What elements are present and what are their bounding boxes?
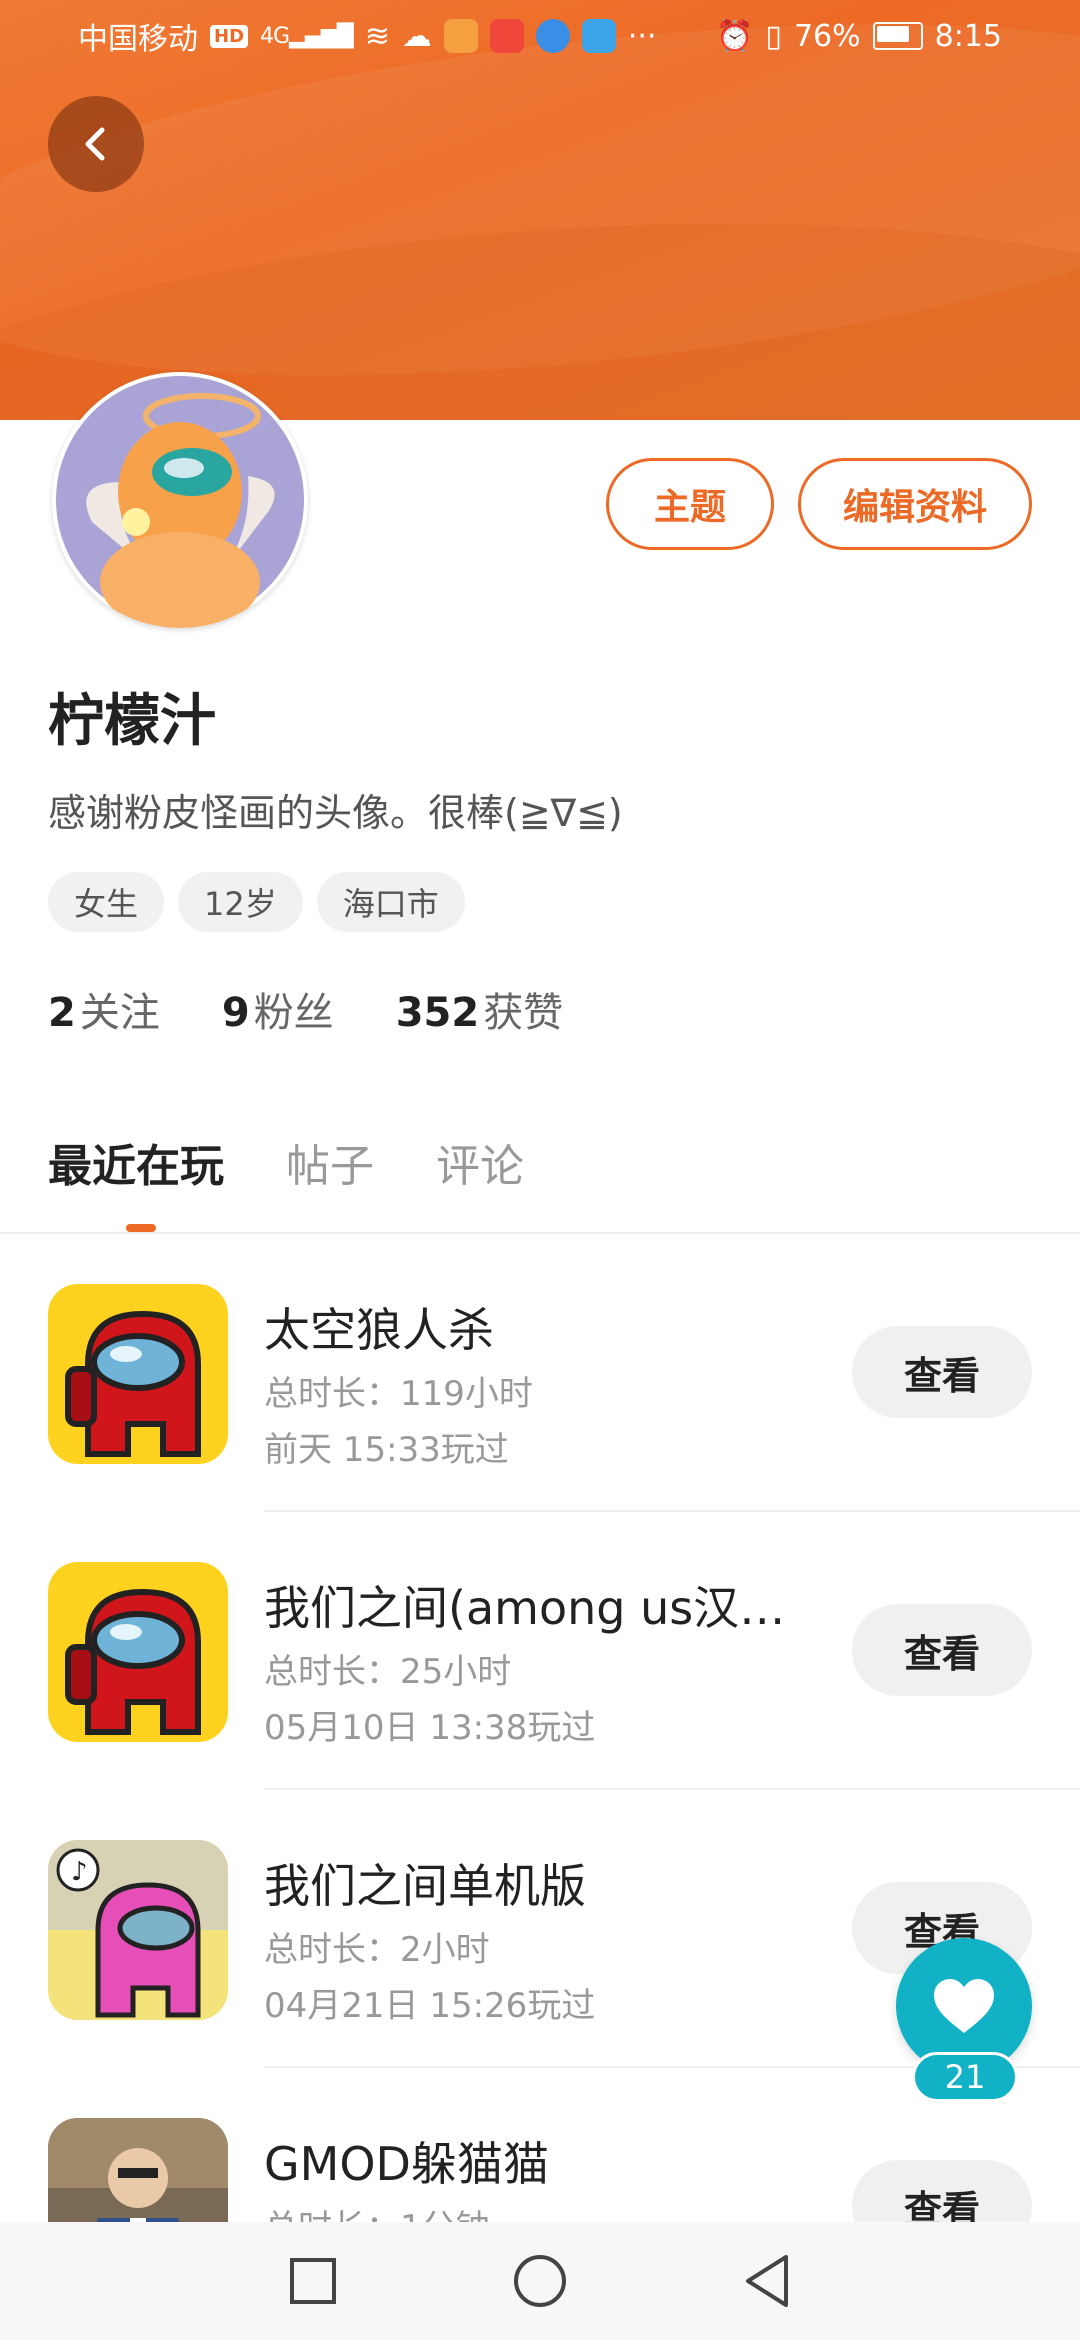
profile-stats: 2 关注 9 粉丝 352 获赞 — [48, 980, 563, 1038]
game-title: 我们之间(among us汉化... — [264, 1581, 824, 1635]
gender-tag: 女生 — [48, 872, 165, 932]
game-title: GMOD躲猫猫 — [264, 2137, 549, 2191]
app-notification-icon — [489, 19, 524, 53]
active-tab-indicator — [126, 1224, 156, 1232]
alarm-icon: ⏰ — [716, 18, 754, 54]
game-last-played: 前天 15:33玩过 — [264, 1430, 509, 1470]
back-button[interactable] — [48, 96, 144, 192]
edit-profile-button[interactable]: 编辑资料 — [798, 458, 1032, 550]
profile-tags: 女生 12岁 海口市 — [48, 872, 465, 932]
carrier-label: 中国移动 — [78, 22, 198, 57]
triangle-back-icon — [745, 2255, 788, 2307]
game-duration: 总时长：25小时 — [264, 1652, 512, 1692]
signal-icon: 4G▂▄▆█ — [260, 23, 354, 49]
game-duration: 总时长：2小时 — [264, 1930, 490, 1970]
battery-icon — [872, 22, 923, 50]
game-icon — [48, 1284, 228, 1464]
avatar-image — [56, 376, 304, 628]
more-notifications-icon: ··· — [627, 18, 657, 54]
game-icon — [48, 1562, 228, 1742]
circle-icon — [513, 2255, 566, 2307]
view-button[interactable]: 查看 — [852, 1326, 1032, 1418]
tab-recently-played[interactable]: 最近在玩 — [48, 1130, 224, 1194]
following-count: 2 — [48, 990, 76, 1036]
home-button[interactable] — [505, 2246, 575, 2316]
game-duration: 总时长：119小时 — [264, 1374, 533, 1414]
theme-button[interactable]: 主题 — [606, 458, 774, 550]
list-item[interactable]: 太空狼人杀 总时长：119小时 前天 15:33玩过 查看 — [0, 1234, 1080, 1512]
status-left: 中国移动 HD 4G▂▄▆█ ≋ ☁ ··· — [78, 14, 657, 58]
tab-comments[interactable]: 评论 — [436, 1130, 524, 1194]
wifi-icon: ≋ — [364, 18, 390, 54]
following-stat[interactable]: 2 关注 — [48, 980, 160, 1038]
likes-label: 获赞 — [483, 990, 564, 1036]
likes-count: 352 — [395, 990, 480, 1036]
followers-label: 粉丝 — [253, 990, 334, 1036]
location-tag: 海口市 — [316, 872, 465, 932]
tab-posts[interactable]: 帖子 — [286, 1130, 374, 1194]
game-last-played: 05月10日 13:38玩过 — [264, 1708, 596, 1748]
list-item[interactable]: 我们之间(among us汉化... 总时长：25小时 05月10日 13:38… — [0, 1512, 1080, 1790]
svg-text:♪: ♪ — [71, 1857, 88, 1887]
followers-stat[interactable]: 9 粉丝 — [222, 980, 334, 1038]
following-label: 关注 — [79, 990, 160, 1036]
view-button[interactable]: 查看 — [852, 1604, 1032, 1696]
app-notification-icon — [581, 19, 616, 53]
hd-icon: HD — [210, 24, 249, 48]
recent-apps-button[interactable] — [278, 2246, 348, 2316]
profile-tabs: 最近在玩 帖子 评论 — [48, 1130, 524, 1194]
game-icon: ♪ — [48, 1840, 228, 2020]
status-bar: 中国移动 HD 4G▂▄▆█ ≋ ☁ ··· ⏰ ▯ 76% 8:15 — [0, 0, 1080, 72]
status-right: ⏰ ▯ 76% 8:15 — [716, 19, 1002, 54]
chevron-left-icon — [85, 127, 105, 161]
clock: 8:15 — [934, 18, 1002, 54]
app-notification-icon — [443, 19, 478, 53]
game-title: 我们之间单机版 — [264, 1859, 586, 1913]
game-last-played: 04月21日 15:26玩过 — [264, 1986, 596, 2026]
system-nav-bar — [0, 2222, 1080, 2340]
likes-stat[interactable]: 352 获赞 — [396, 980, 564, 1038]
network-label: 4G — [260, 23, 290, 49]
vibrate-icon: ▯ — [765, 18, 782, 54]
followers-count: 9 — [221, 990, 250, 1036]
like-count: 21 — [912, 2052, 1018, 2102]
battery-percent: 76% — [793, 18, 861, 54]
app-notification-icon — [535, 19, 570, 53]
game-title: 太空狼人杀 — [264, 1303, 494, 1357]
age-tag: 12岁 — [178, 872, 303, 932]
username: 柠檬汁 — [48, 689, 216, 754]
back-nav-button[interactable] — [732, 2246, 802, 2316]
cloud-icon: ☁ — [401, 18, 432, 54]
avatar[interactable] — [52, 372, 308, 628]
bio: 感谢粉皮怪画的头像。很棒(≧∇≦) — [48, 791, 623, 835]
square-icon — [290, 2258, 337, 2304]
heart-icon — [934, 1979, 994, 2033]
